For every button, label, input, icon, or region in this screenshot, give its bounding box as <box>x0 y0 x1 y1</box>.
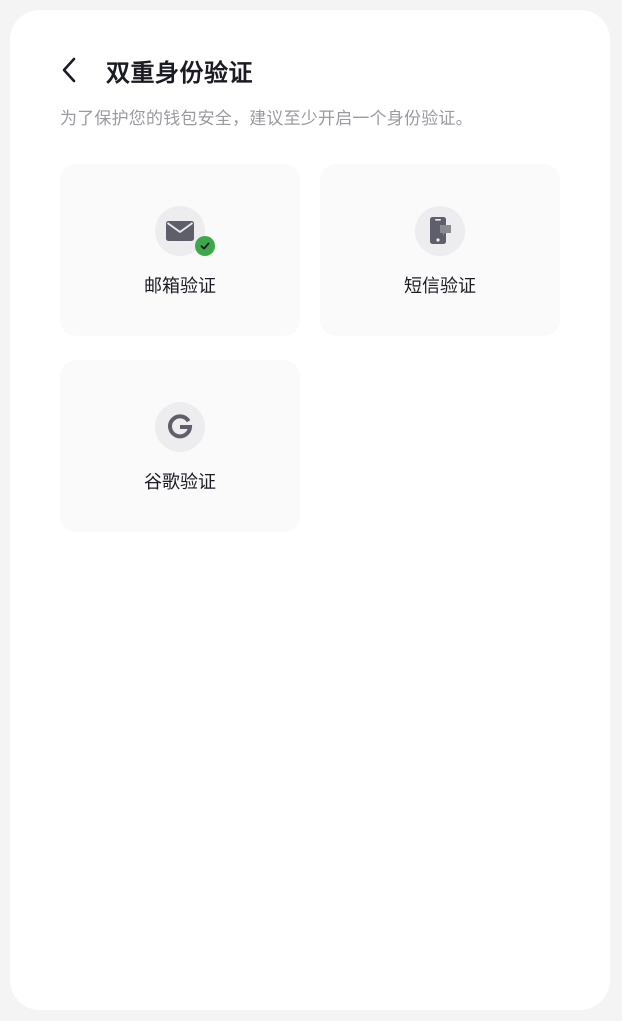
page-container: 双重身份验证 为了保护您的钱包安全，建议至少开启一个身份验证。 邮箱验证 短信验… <box>10 10 610 1010</box>
mail-icon <box>166 221 194 241</box>
option-label: 短信验证 <box>404 276 476 297</box>
verification-options: 邮箱验证 短信验证 谷歌验证 <box>60 164 560 532</box>
email-icon-container <box>155 206 215 256</box>
chevron-left-icon <box>62 57 76 83</box>
google-icon <box>168 414 193 439</box>
sms-icon-container <box>415 206 465 256</box>
google-verification-option[interactable]: 谷歌验证 <box>60 360 300 532</box>
verified-badge <box>195 236 215 256</box>
sms-verification-option[interactable]: 短信验证 <box>320 164 560 336</box>
page-subtitle: 为了保护您的钱包安全，建议至少开启一个身份验证。 <box>60 109 473 129</box>
page-title: 双重身份验证 <box>106 58 253 87</box>
option-label: 谷歌验证 <box>144 472 216 493</box>
phone-message-icon <box>430 217 451 244</box>
back-button[interactable] <box>60 50 92 90</box>
option-label: 邮箱验证 <box>144 276 216 297</box>
header: 双重身份验证 <box>60 50 253 90</box>
email-verification-option[interactable]: 邮箱验证 <box>60 164 300 336</box>
check-icon <box>200 242 210 250</box>
google-icon-container <box>155 402 205 452</box>
